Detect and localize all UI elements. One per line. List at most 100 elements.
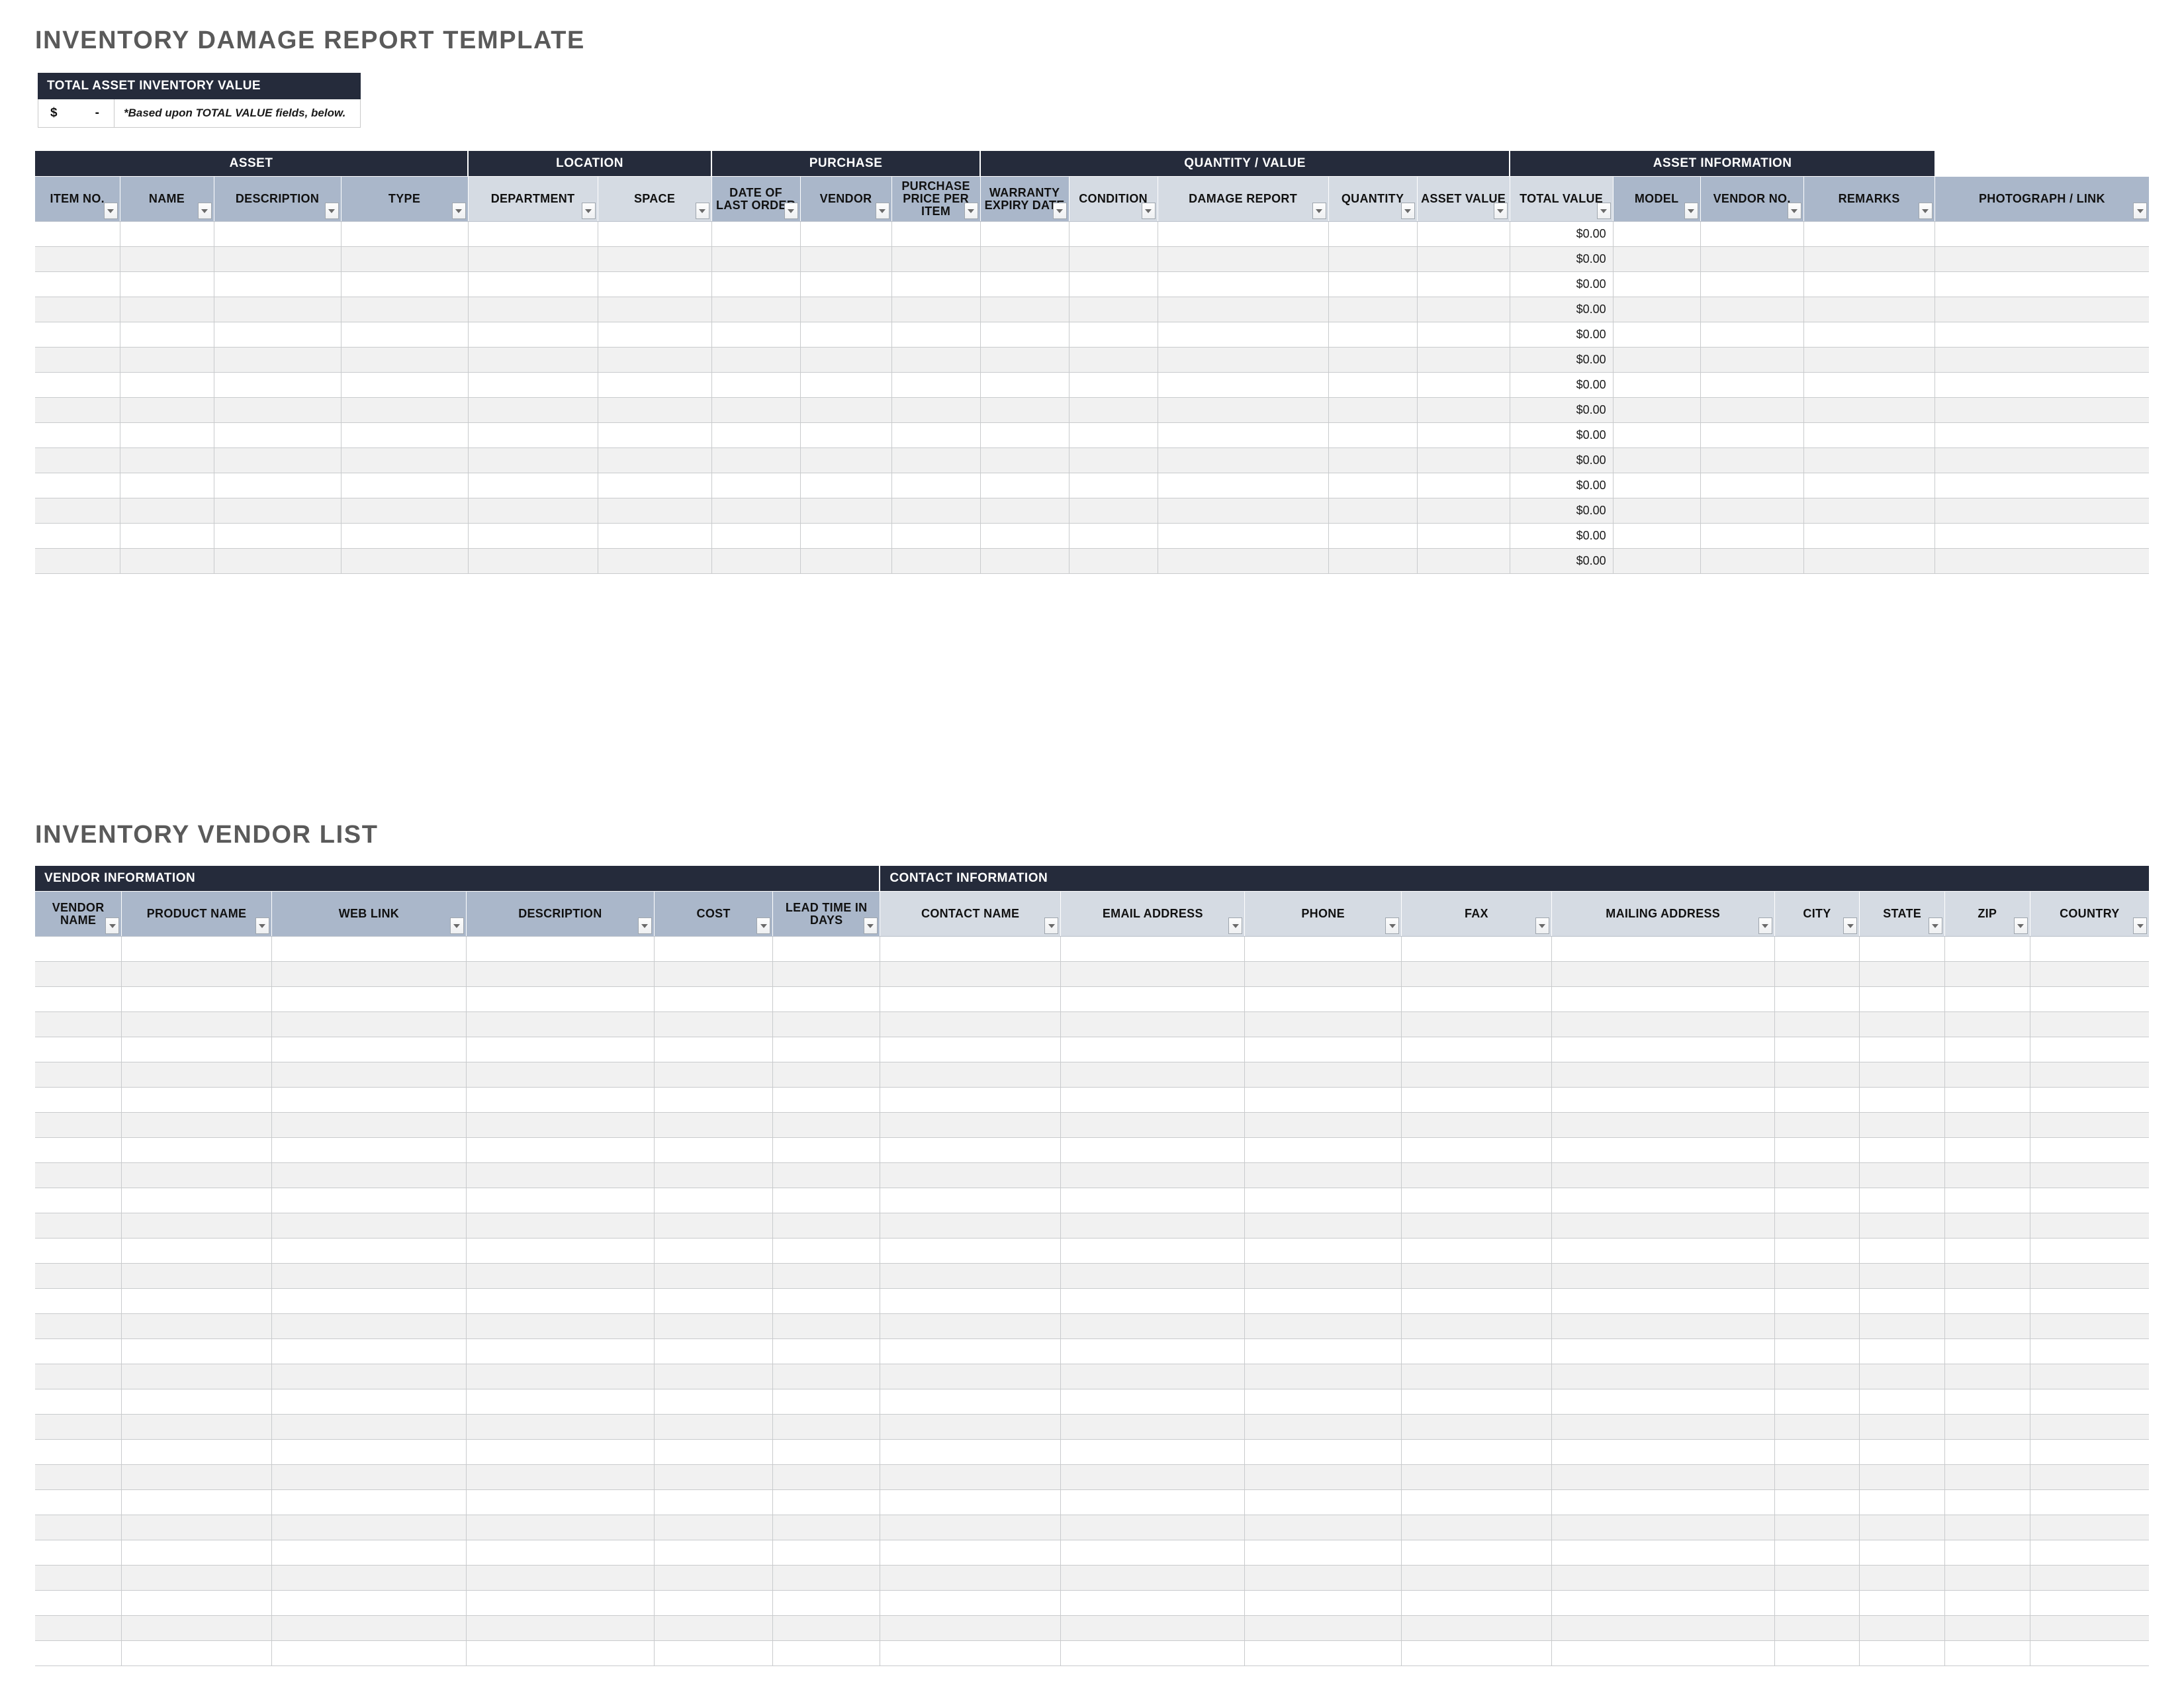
cell-fax[interactable] <box>1401 1414 1552 1440</box>
cell-condition[interactable] <box>1069 397 1158 423</box>
cell-vendor-name[interactable] <box>35 1238 122 1264</box>
cell-cost[interactable] <box>654 1414 774 1440</box>
cell-total-value[interactable]: $0.00 <box>1510 271 1614 297</box>
cell-vendor[interactable] <box>800 397 892 423</box>
cell-vendor-name[interactable] <box>35 1540 122 1566</box>
cell-purchase-price-per-item[interactable] <box>891 221 981 247</box>
cell-condition[interactable] <box>1069 447 1158 473</box>
cell-vendor-name[interactable] <box>35 1489 122 1515</box>
table-row[interactable] <box>35 1011 2149 1037</box>
cell-zip[interactable] <box>1944 1565 2030 1591</box>
cell-fax[interactable] <box>1401 1615 1552 1641</box>
cell-purchase-price-per-item[interactable] <box>891 523 981 549</box>
cell-remarks[interactable] <box>1803 271 1935 297</box>
cell-condition[interactable] <box>1069 271 1158 297</box>
cell-lead-time-in-days[interactable] <box>772 986 880 1012</box>
cell-model[interactable] <box>1613 473 1701 498</box>
cell-state[interactable] <box>1859 1489 1945 1515</box>
cell-email-address[interactable] <box>1060 1162 1246 1188</box>
cell-name[interactable] <box>120 221 214 247</box>
filter-dropdown-icon-contact-name[interactable] <box>1044 917 1059 934</box>
cell-type[interactable] <box>341 397 469 423</box>
cell-vendor-name[interactable] <box>35 1263 122 1289</box>
cell-web-link[interactable] <box>271 1062 467 1088</box>
cell-contact-name[interactable] <box>880 1590 1062 1616</box>
table-row[interactable] <box>35 1263 2149 1289</box>
cell-description[interactable] <box>214 246 341 272</box>
cell-vendor-no[interactable] <box>1700 297 1804 322</box>
cell-contact-name[interactable] <box>880 1162 1062 1188</box>
cell-cost[interactable] <box>654 1565 774 1591</box>
cell-city[interactable] <box>1774 1288 1860 1314</box>
cell-asset-value[interactable] <box>1417 322 1510 348</box>
cell-state[interactable] <box>1859 1263 1945 1289</box>
table-row[interactable] <box>35 1288 2149 1314</box>
filter-dropdown-icon-state[interactable] <box>1928 917 1942 934</box>
cell-country[interactable] <box>2030 961 2149 987</box>
cell-description[interactable] <box>466 1640 655 1666</box>
cell-lead-time-in-days[interactable] <box>772 1162 880 1188</box>
cell-country[interactable] <box>2030 1087 2149 1113</box>
table-row[interactable]: $0.00 <box>35 548 2150 574</box>
cell-email-address[interactable] <box>1060 1087 1246 1113</box>
cell-state[interactable] <box>1859 1464 1945 1490</box>
cell-email-address[interactable] <box>1060 1188 1246 1213</box>
cell-contact-name[interactable] <box>880 1389 1062 1415</box>
cell-space[interactable] <box>598 447 712 473</box>
cell-lead-time-in-days[interactable] <box>772 1565 880 1591</box>
cell-warranty-expiry-date[interactable] <box>980 347 1069 373</box>
cell-damage-report[interactable] <box>1158 347 1329 373</box>
cell-asset-value[interactable] <box>1417 397 1510 423</box>
cell-cost[interactable] <box>654 1263 774 1289</box>
cell-phone[interactable] <box>1244 1590 1402 1616</box>
cell-email-address[interactable] <box>1060 1263 1246 1289</box>
cell-description[interactable] <box>466 1263 655 1289</box>
cell-country[interactable] <box>2030 986 2149 1012</box>
cell-description[interactable] <box>466 1338 655 1364</box>
cell-date-of-last-order[interactable] <box>711 347 801 373</box>
column-header-phone[interactable]: PHONE <box>1244 891 1402 937</box>
cell-space[interactable] <box>598 548 712 574</box>
cell-state[interactable] <box>1859 1540 1945 1566</box>
cell-photograph-link[interactable] <box>1934 397 2150 423</box>
cell-web-link[interactable] <box>271 1162 467 1188</box>
cell-damage-report[interactable] <box>1158 548 1329 574</box>
cell-email-address[interactable] <box>1060 986 1246 1012</box>
cell-country[interactable] <box>2030 1464 2149 1490</box>
cell-description[interactable] <box>466 1011 655 1037</box>
cell-zip[interactable] <box>1944 936 2030 962</box>
cell-description[interactable] <box>214 347 341 373</box>
cell-contact-name[interactable] <box>880 986 1062 1012</box>
table-row[interactable]: $0.00 <box>35 523 2150 549</box>
cell-web-link[interactable] <box>271 936 467 962</box>
cell-purchase-price-per-item[interactable] <box>891 447 981 473</box>
cell-total-value[interactable]: $0.00 <box>1510 397 1614 423</box>
cell-phone[interactable] <box>1244 936 1402 962</box>
cell-product-name[interactable] <box>121 936 272 962</box>
cell-phone[interactable] <box>1244 1464 1402 1490</box>
cell-condition[interactable] <box>1069 422 1158 448</box>
cell-name[interactable] <box>120 473 214 498</box>
cell-state[interactable] <box>1859 1011 1945 1037</box>
cell-type[interactable] <box>341 422 469 448</box>
cell-warranty-expiry-date[interactable] <box>980 297 1069 322</box>
cell-total-value[interactable]: $0.00 <box>1510 447 1614 473</box>
cell-damage-report[interactable] <box>1158 447 1329 473</box>
cell-date-of-last-order[interactable] <box>711 548 801 574</box>
column-header-product-name[interactable]: PRODUCT NAME <box>121 891 272 937</box>
table-row[interactable]: $0.00 <box>35 372 2150 398</box>
table-row[interactable]: $0.00 <box>35 271 2150 297</box>
cell-type[interactable] <box>341 372 469 398</box>
cell-date-of-last-order[interactable] <box>711 447 801 473</box>
filter-dropdown-icon-photograph-link[interactable] <box>2133 203 2148 219</box>
cell-lead-time-in-days[interactable] <box>772 1062 880 1088</box>
filter-dropdown-icon-quantity[interactable] <box>1400 203 1415 219</box>
cell-space[interactable] <box>598 473 712 498</box>
filter-dropdown-icon-department[interactable] <box>581 203 596 219</box>
cell-warranty-expiry-date[interactable] <box>980 397 1069 423</box>
cell-type[interactable] <box>341 498 469 524</box>
cell-fax[interactable] <box>1401 961 1552 987</box>
cell-description[interactable] <box>466 1288 655 1314</box>
filter-dropdown-icon-email-address[interactable] <box>1228 917 1243 934</box>
cell-web-link[interactable] <box>271 1188 467 1213</box>
